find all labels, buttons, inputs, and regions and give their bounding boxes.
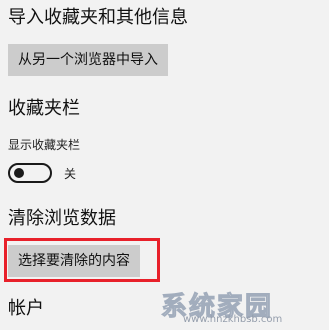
- favorites-bar-toggle[interactable]: [8, 163, 52, 183]
- import-section-title: 导入收藏夹和其他信息: [8, 7, 188, 28]
- watermark: 系统家园 www.hnzkhbsb.com: [160, 286, 321, 326]
- toggle-state-label: 关: [64, 167, 77, 181]
- settings-panel: 导入收藏夹和其他信息 从另一个浏览器中导入 收藏夹栏 显示收藏夹栏 关 清除浏览…: [0, 0, 329, 330]
- highlight-box: [4, 238, 160, 282]
- toggle-knob: [14, 168, 24, 178]
- account-section-title: 帐户: [8, 298, 44, 319]
- favorites-bar-section-title: 收藏夹栏: [8, 98, 80, 119]
- clear-data-section-title: 清除浏览数据: [8, 208, 116, 229]
- import-from-browser-button[interactable]: 从另一个浏览器中导入: [8, 44, 168, 76]
- watermark-subtext: www.hnzkhbsb.com: [183, 314, 283, 325]
- show-favorites-bar-label: 显示收藏夹栏: [8, 138, 81, 152]
